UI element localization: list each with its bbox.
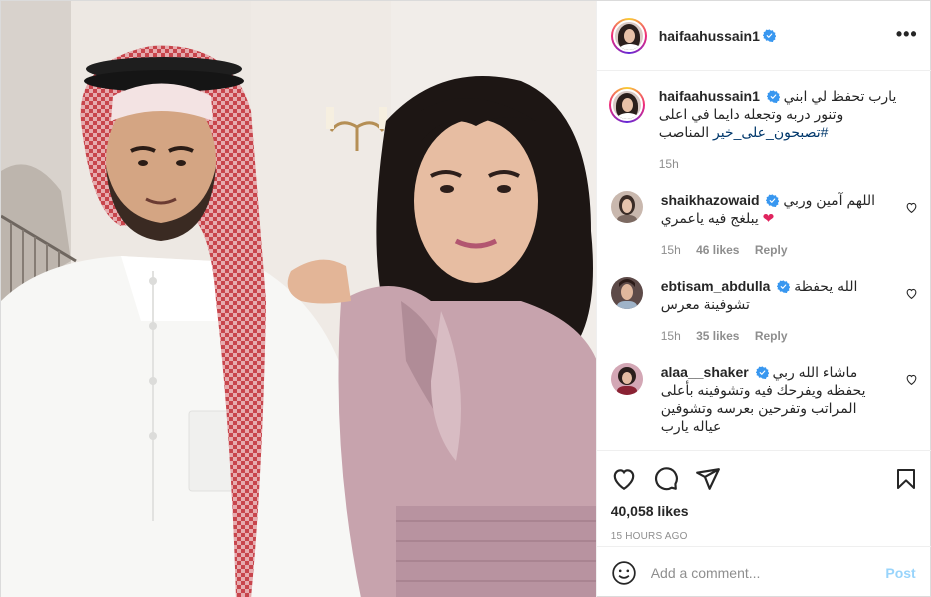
comment-text: الله يحفظة <box>794 278 858 294</box>
caption-hashtag[interactable]: #تصبحون_على_خير <box>713 124 828 140</box>
bookmark-icon[interactable] <box>894 466 918 492</box>
caption-line-1: يارب تحفظ لي ابني <box>783 88 897 104</box>
instagram-post: haifaahussain1 ••• haifaahussain1 يارب ت… <box>0 0 931 597</box>
verified-badge-icon <box>755 366 769 379</box>
reply-button[interactable]: Reply <box>755 329 788 343</box>
verified-badge-icon <box>777 280 791 293</box>
comment-username[interactable]: alaa__shaker <box>661 364 749 380</box>
posted-time[interactable]: 15 HOURS AGO <box>611 531 918 542</box>
comment-input[interactable] <box>650 564 886 581</box>
comment-row: alaa__shaker ماشاء الله ربي يحفظه ويفرحك… <box>610 363 918 435</box>
reply-button[interactable]: Reply <box>755 243 788 257</box>
caption-username[interactable]: haifaahussain1 <box>659 88 760 104</box>
commenter-avatar[interactable] <box>610 191 643 223</box>
comment-row: ebtisam_abdulla الله يحفظة تشوفينة معرس … <box>610 277 918 345</box>
comment-username[interactable]: ebtisam_abdulla <box>661 278 771 294</box>
comment-like-icon[interactable] <box>905 373 918 386</box>
comment-text: يحفظه ويفرحك فيه وتشوفينه بأعلى <box>660 382 866 398</box>
post-side-panel: haifaahussain1 ••• haifaahussain1 يارب ت… <box>595 1 931 597</box>
caption-line-3: المناصب <box>658 124 710 140</box>
caption-line-2: وتنور دربه وتجعله دايما في اعلى <box>658 106 844 122</box>
post-header: haifaahussain1 ••• <box>596 1 931 71</box>
post-photo[interactable] <box>1 1 596 597</box>
comment-text: عياله يارب <box>660 418 722 434</box>
comments-list[interactable]: haifaahussain1 يارب تحفظ لي ابني وتنور د… <box>597 71 931 451</box>
caption-row: haifaahussain1 يارب تحفظ لي ابني وتنور د… <box>608 87 918 173</box>
comment-username[interactable]: shaikhazowaid <box>661 192 760 208</box>
verified-badge-icon <box>766 194 780 207</box>
comment-text: ماشاء الله ربي <box>772 364 858 380</box>
author-username[interactable]: haifaahussain1 <box>659 28 760 44</box>
commenter-avatar[interactable] <box>610 363 643 395</box>
comment-text: المراتب وتفرحين بعرسه وتشوفين <box>660 400 857 416</box>
comment-like-icon[interactable] <box>905 201 918 214</box>
heart-icon[interactable] <box>611 466 637 492</box>
smiley-icon[interactable] <box>611 560 637 586</box>
more-options-icon[interactable]: ••• <box>896 25 918 43</box>
comment-icon[interactable] <box>653 466 679 492</box>
comment-time[interactable]: 15h <box>661 243 681 257</box>
comment-likes[interactable]: 46 likes <box>696 243 739 257</box>
comment-text: اللهم آمين وربي <box>783 192 876 208</box>
photo-illustration <box>1 1 596 597</box>
caption-time[interactable]: 15h <box>659 157 679 171</box>
verified-badge-icon <box>766 90 780 103</box>
paper-plane-icon[interactable] <box>695 466 721 492</box>
add-comment-bar: Post <box>596 546 931 597</box>
like-count[interactable]: 40,058 likes <box>611 503 918 519</box>
comment-time[interactable]: 15h <box>661 329 681 343</box>
post-actions: 40,058 likes 15 HOURS AGO <box>596 450 931 550</box>
comment-likes[interactable]: 35 likes <box>696 329 739 343</box>
comment-text: يبلغج فيه ياعمري <box>660 210 759 226</box>
verified-badge-icon <box>762 29 776 42</box>
commenter-avatar[interactable] <box>610 277 643 309</box>
caption-avatar[interactable] <box>608 87 645 123</box>
comment-like-icon[interactable] <box>905 287 918 300</box>
comment-text: تشوفينة معرس <box>660 296 750 312</box>
red-heart-emoji-icon: ❤ <box>762 210 775 226</box>
post-button[interactable]: Post <box>885 565 915 581</box>
comment-row: shaikhazowaid اللهم آمين وربي يبلغج فيه … <box>610 191 918 259</box>
author-avatar[interactable] <box>610 17 647 54</box>
